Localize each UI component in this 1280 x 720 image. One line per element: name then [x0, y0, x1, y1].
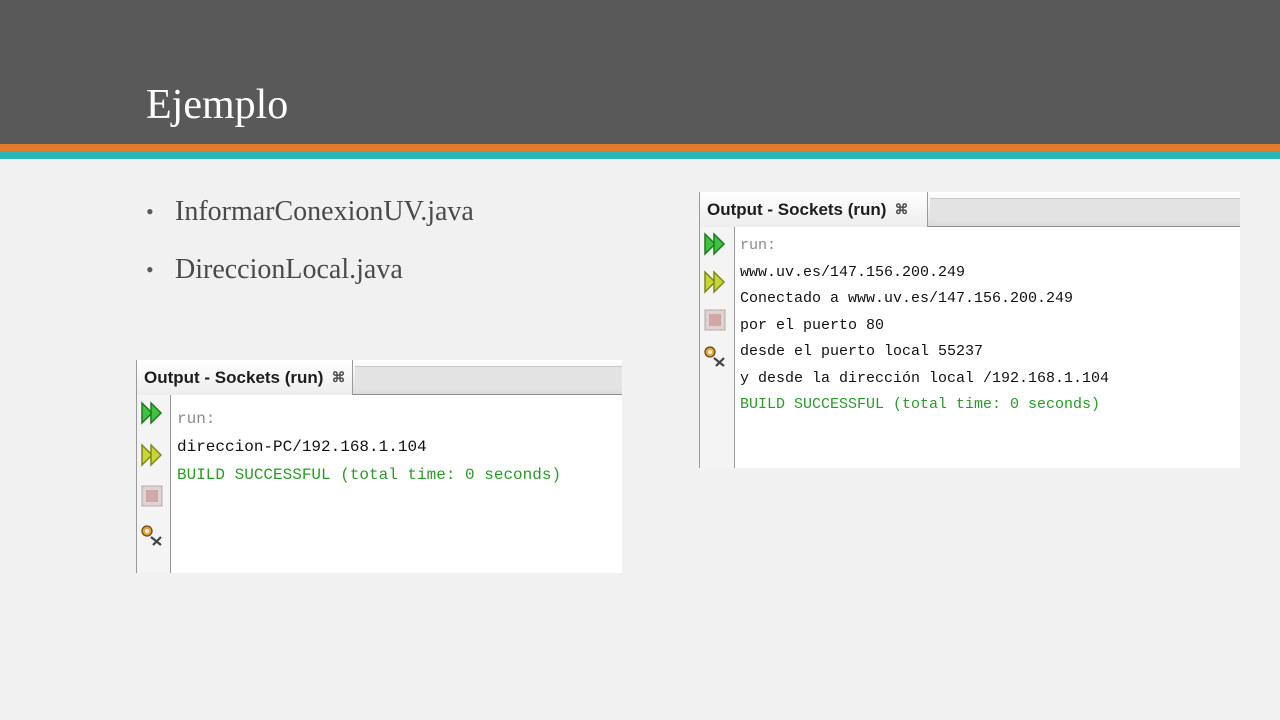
bullet-item: • InformarConexionUV.java [146, 192, 474, 232]
rerun-with-options-icon[interactable] [702, 269, 728, 295]
stop-icon[interactable] [702, 307, 728, 333]
output-toolbar [700, 227, 735, 468]
stop-icon[interactable] [139, 483, 165, 509]
settings-icon[interactable] [139, 523, 165, 549]
output-line: run: [740, 237, 777, 254]
tab-bar-fill [355, 366, 622, 388]
rerun-with-options-icon[interactable] [139, 442, 165, 468]
slide-title: Ejemplo [146, 82, 289, 128]
tab-bar-fill [930, 198, 1240, 220]
output-content: run: direccion-PC/192.168.1.104 BUILD SU… [177, 405, 622, 573]
bullet-list: • InformarConexionUV.java • DireccionLocal… [146, 192, 474, 308]
output-tab-bar: Output - Sockets (run) ⌘ [137, 360, 622, 395]
header-stripe-orange [0, 144, 1280, 151]
bullet-dot-icon: • [146, 257, 154, 282]
output-line: run: [177, 410, 216, 428]
output-tab-label: Output - Sockets (run) [144, 367, 324, 387]
settings-icon[interactable] [702, 344, 728, 370]
rerun-icon[interactable] [702, 231, 728, 257]
output-toolbar [137, 395, 171, 573]
output-tab[interactable]: Output - Sockets (run) ⌘ [700, 192, 928, 227]
output-panel-informar-conexion: Output - Sockets (run) ⌘ run: www.uv.es/… [699, 192, 1240, 468]
close-icon[interactable]: ⌘ [894, 201, 908, 218]
bullet-text: DireccionLocal.java [175, 254, 403, 285]
output-content: run: www.uv.es/147.156.200.249 Conectado… [740, 233, 1240, 468]
output-line: BUILD SUCCESSFUL (total time: 0 seconds) [177, 466, 562, 484]
bullet-item: • DireccionLocal.java [146, 250, 474, 290]
output-tab-label: Output - Sockets (run) [707, 199, 887, 219]
output-line: BUILD SUCCESSFUL (total time: 0 seconds) [740, 396, 1101, 413]
output-line: direccion-PC/192.168.1.104 [177, 438, 427, 456]
bullet-dot-icon: • [146, 199, 154, 224]
rerun-icon[interactable] [139, 400, 165, 426]
bullet-text: InformarConexionUV.java [175, 196, 474, 227]
output-line: www.uv.es/147.156.200.249 [740, 263, 966, 281]
header-stripe-teal [0, 151, 1280, 159]
output-line: por el puerto 80 [740, 316, 885, 334]
output-line: y desde la dirección local /192.168.1.10… [740, 369, 1110, 387]
output-line: desde el puerto local 55237 [740, 343, 984, 360]
output-tab[interactable]: Output - Sockets (run) ⌘ [137, 360, 353, 395]
output-tab-bar: Output - Sockets (run) ⌘ [700, 192, 1240, 227]
slide-header: Ejemplo [0, 0, 1280, 144]
output-panel-direccion-local: Output - Sockets (run) ⌘ run: direccion-… [136, 360, 622, 573]
output-line: Conectado a www.uv.es/147.156.200.249 [740, 290, 1074, 307]
close-icon[interactable]: ⌘ [331, 369, 345, 386]
